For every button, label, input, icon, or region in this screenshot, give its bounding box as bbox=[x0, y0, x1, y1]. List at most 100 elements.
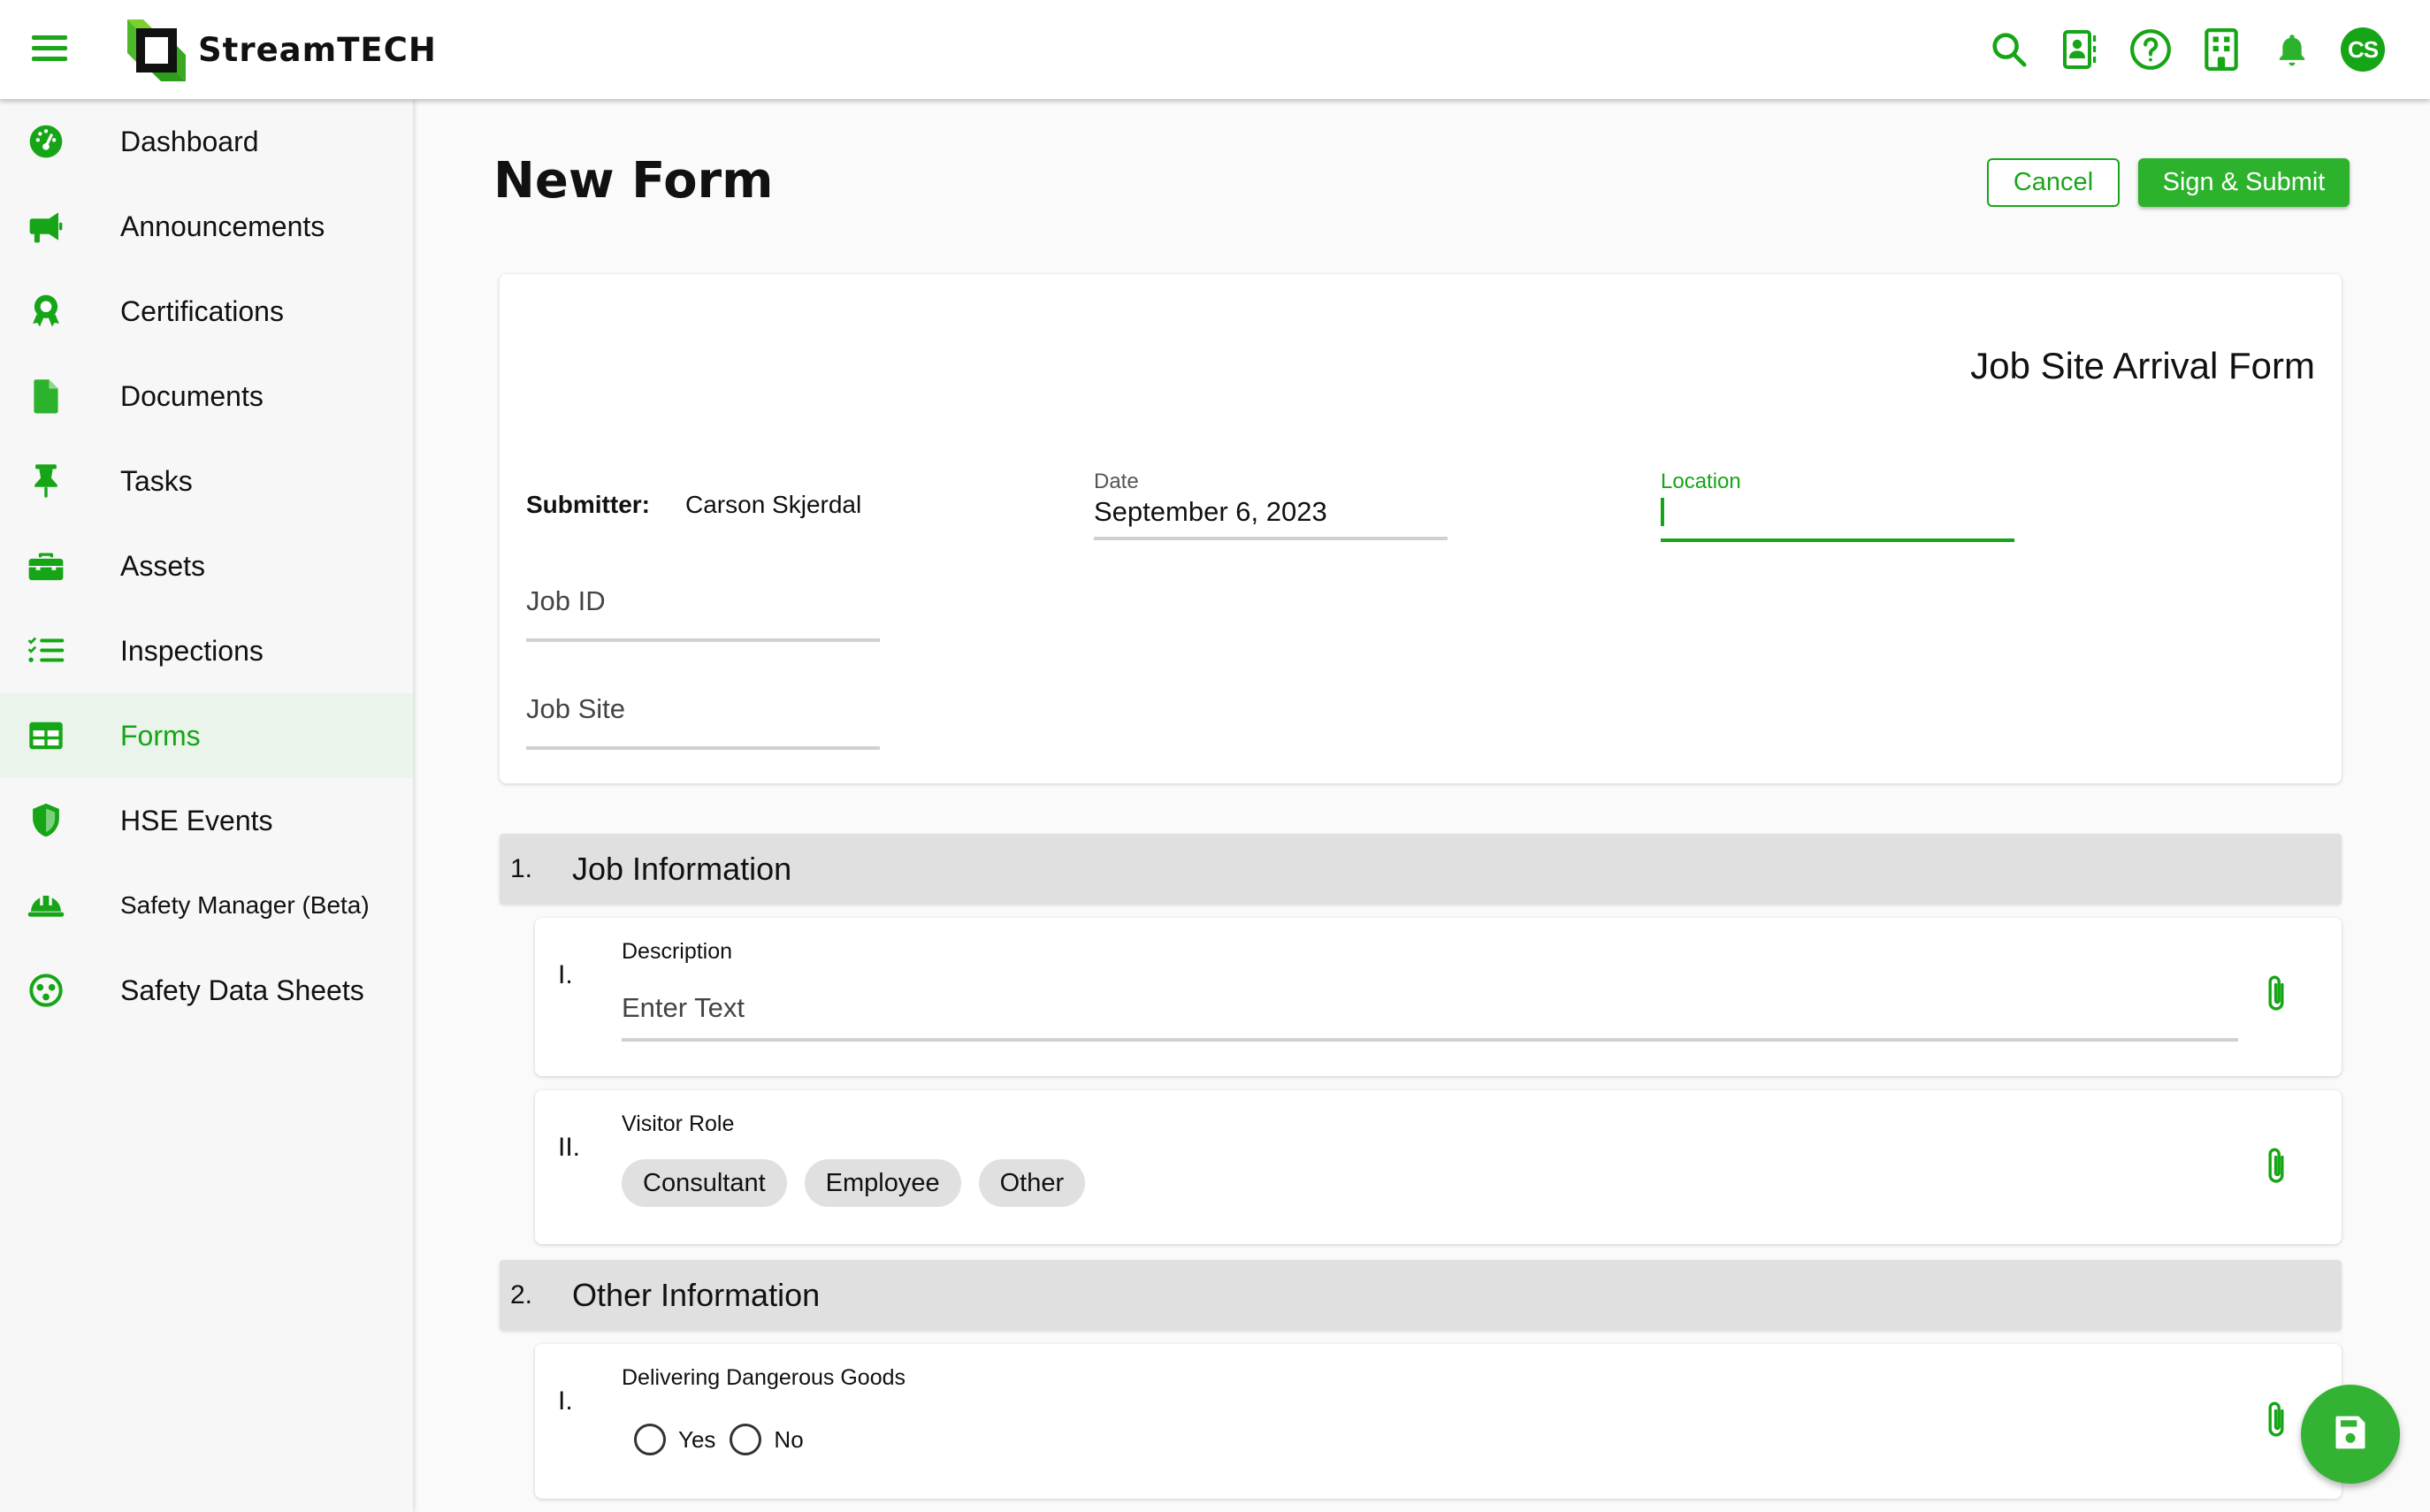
sidebar-item-tasks[interactable]: Tasks bbox=[0, 439, 413, 523]
sidebar-item-label: Announcements bbox=[120, 210, 325, 242]
radio-label: Yes bbox=[678, 1425, 716, 1453]
hamburger-menu-button[interactable] bbox=[32, 35, 67, 64]
sidebar-item-safety-data-sheets[interactable]: Safety Data Sheets bbox=[0, 948, 413, 1033]
checklist-icon bbox=[27, 631, 65, 670]
top-app-bar: StreamTECH CS bbox=[0, 0, 2430, 99]
document-icon bbox=[27, 377, 65, 416]
attachment-icon[interactable] bbox=[2262, 1399, 2297, 1443]
help-icon[interactable] bbox=[2126, 25, 2175, 74]
menu-line bbox=[32, 57, 67, 61]
dashboard-icon bbox=[27, 122, 65, 161]
menu-line bbox=[32, 35, 67, 40]
radio-no[interactable]: No bbox=[730, 1424, 804, 1455]
sidebar-item-label: Safety Data Sheets bbox=[120, 974, 364, 1006]
question-card-visitor-role: II. Visitor Role Consultant Employee Oth… bbox=[535, 1090, 2342, 1244]
description-underline bbox=[622, 1038, 2238, 1042]
date-field[interactable]: Date September 6, 2023 bbox=[1094, 470, 1448, 540]
question-number: I. bbox=[558, 960, 573, 989]
description-input[interactable]: Enter Text bbox=[622, 992, 2238, 1042]
job-id-field[interactable]: Job ID bbox=[526, 585, 880, 642]
page-title: New Form bbox=[493, 152, 774, 210]
job-id-placeholder: Job ID bbox=[526, 585, 606, 616]
section-header-job-information[interactable]: 1. Job Information bbox=[500, 834, 2342, 905]
question-label: Delivering Dangerous Goods bbox=[622, 1365, 906, 1390]
avatar-initials: CS bbox=[2341, 27, 2385, 72]
bell-icon[interactable] bbox=[2267, 25, 2317, 74]
brand-logo[interactable]: StreamTECH bbox=[124, 16, 437, 83]
radio-label: No bbox=[774, 1425, 804, 1453]
pin-icon bbox=[27, 462, 65, 500]
location-field[interactable]: Location bbox=[1661, 470, 2014, 542]
logo-mark-icon bbox=[124, 16, 191, 83]
megaphone-icon bbox=[27, 207, 65, 246]
sidebar-nav: Dashboard Announcements Certifications D… bbox=[0, 99, 413, 1512]
sidebar-item-label: Assets bbox=[120, 549, 206, 582]
section-header-other-information[interactable]: 2. Other Information bbox=[500, 1260, 2342, 1331]
attachment-icon[interactable] bbox=[2262, 1145, 2297, 1189]
contacts-icon[interactable] bbox=[2055, 25, 2105, 74]
save-icon bbox=[2331, 1413, 2370, 1456]
radio-button[interactable] bbox=[730, 1424, 762, 1455]
sidebar-item-documents[interactable]: Documents bbox=[0, 354, 413, 439]
chip-consultant[interactable]: Consultant bbox=[622, 1159, 787, 1207]
chip-employee[interactable]: Employee bbox=[804, 1159, 961, 1207]
save-fab-button[interactable] bbox=[2301, 1385, 2400, 1484]
sidebar-item-label: HSE Events bbox=[120, 804, 273, 836]
sidebar-item-label: Forms bbox=[120, 719, 201, 752]
attachment-icon[interactable] bbox=[2262, 973, 2297, 1017]
submitter-value: Carson Skjerdal bbox=[685, 491, 862, 518]
location-input[interactable] bbox=[1661, 498, 2014, 533]
form-header-card: Job Site Arrival Form Submitter: Carson … bbox=[500, 274, 2342, 783]
question-card-description: I. Description Enter Text bbox=[535, 918, 2342, 1076]
question-label: Visitor Role bbox=[622, 1111, 735, 1136]
sign-and-submit-button[interactable]: Sign & Submit bbox=[2138, 158, 2350, 207]
job-site-underline bbox=[526, 746, 880, 750]
job-id-underline bbox=[526, 638, 880, 642]
sidebar-item-forms[interactable]: Forms bbox=[0, 693, 413, 778]
sidebar-item-label: Tasks bbox=[120, 464, 193, 497]
sidebar-item-label: Inspections bbox=[120, 634, 264, 667]
sidebar-item-certifications[interactable]: Certifications bbox=[0, 269, 413, 354]
text-caret bbox=[1661, 498, 1664, 526]
radio-yes[interactable]: Yes bbox=[634, 1424, 715, 1455]
sidebar-item-label: Documents bbox=[120, 379, 264, 412]
visitor-role-chips: Consultant Employee Other bbox=[622, 1159, 1103, 1207]
dangerous-goods-radio-group: Yes No bbox=[634, 1424, 818, 1455]
date-underline bbox=[1094, 537, 1448, 540]
toolbox-icon bbox=[27, 546, 65, 585]
section-title: Other Information bbox=[572, 1277, 821, 1313]
header-actions: CS bbox=[1963, 25, 2388, 74]
chip-other[interactable]: Other bbox=[978, 1159, 1086, 1207]
sidebar-item-assets[interactable]: Assets bbox=[0, 523, 413, 608]
question-number: I. bbox=[558, 1386, 573, 1416]
question-card-dangerous-goods: I. Delivering Dangerous Goods Yes No bbox=[535, 1344, 2342, 1499]
search-icon[interactable] bbox=[1984, 25, 2034, 74]
shield-icon bbox=[27, 801, 65, 840]
hazard-icon bbox=[27, 971, 65, 1010]
sidebar-item-dashboard[interactable]: Dashboard bbox=[0, 99, 413, 184]
section-number: 1. bbox=[510, 854, 533, 883]
sidebar-item-safety-manager[interactable]: Safety Manager (Beta) bbox=[0, 863, 413, 948]
cancel-button[interactable]: Cancel bbox=[1987, 158, 2120, 207]
question-label: Description bbox=[622, 939, 733, 964]
radio-button[interactable] bbox=[634, 1424, 666, 1455]
description-placeholder: Enter Text bbox=[622, 992, 745, 1023]
sidebar-item-announcements[interactable]: Announcements bbox=[0, 184, 413, 269]
sidebar-item-inspections[interactable]: Inspections bbox=[0, 608, 413, 693]
job-site-placeholder: Job Site bbox=[526, 693, 626, 724]
building-icon[interactable] bbox=[2197, 25, 2246, 74]
form-title: Job Site Arrival Form bbox=[1970, 345, 2315, 386]
user-avatar[interactable]: CS bbox=[2338, 25, 2388, 74]
brand-name: StreamTECH bbox=[198, 30, 437, 69]
section-title: Job Information bbox=[572, 851, 792, 887]
sidebar-item-hse-events[interactable]: HSE Events bbox=[0, 778, 413, 863]
location-underline bbox=[1661, 538, 2014, 542]
submitter-label: Submitter: bbox=[526, 491, 650, 518]
location-label: Location bbox=[1661, 470, 1741, 493]
date-label: Date bbox=[1094, 470, 1139, 493]
hardhat-icon bbox=[27, 886, 65, 925]
job-site-field[interactable]: Job Site bbox=[526, 693, 880, 750]
menu-line bbox=[32, 46, 67, 50]
section-number: 2. bbox=[510, 1280, 533, 1310]
date-value: September 6, 2023 bbox=[1094, 496, 1327, 527]
